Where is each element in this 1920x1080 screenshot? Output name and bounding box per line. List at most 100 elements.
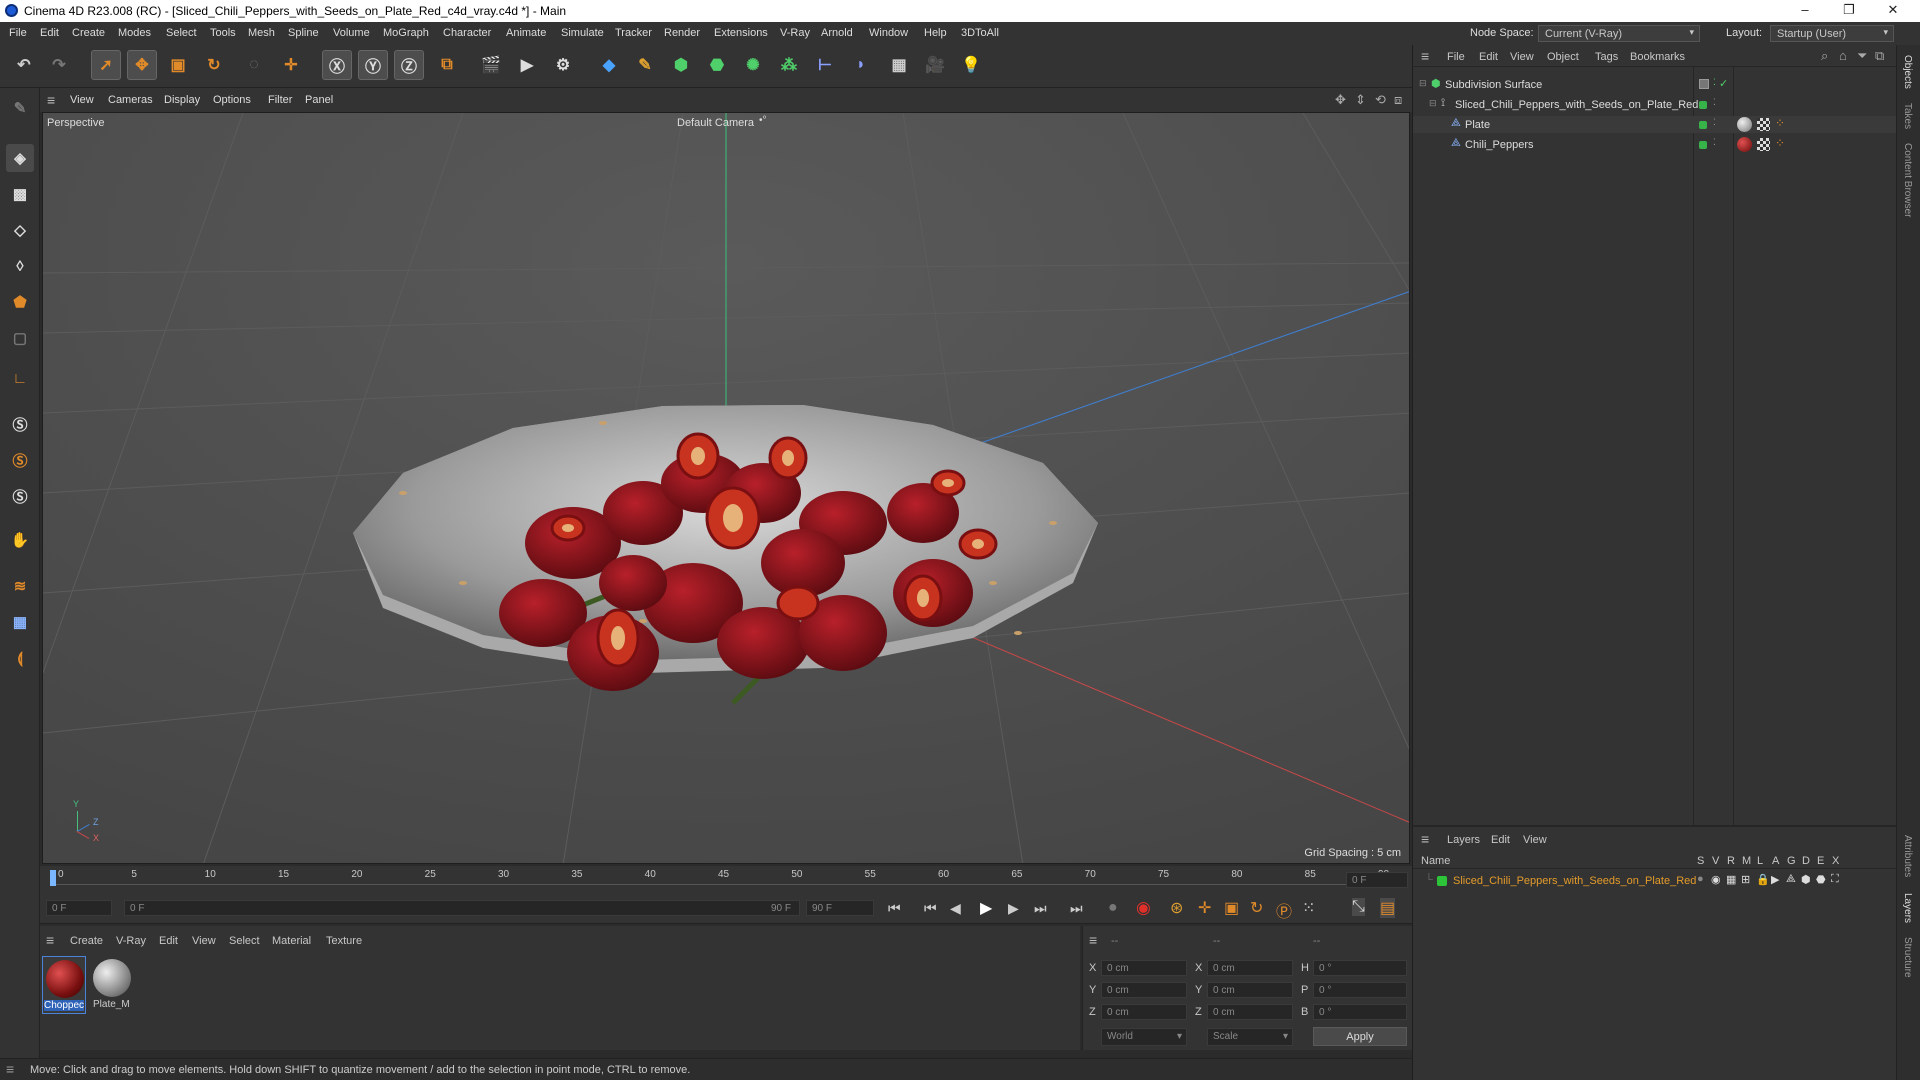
axis-mode-icon[interactable]: ∟ <box>6 364 34 392</box>
vray-tag-icon[interactable]: ⁘ <box>1775 116 1785 130</box>
next-key-icon[interactable]: ⏭ <box>1034 900 1047 917</box>
key-param-icon[interactable]: Ⓟ <box>1276 898 1292 922</box>
timeline-ruler[interactable]: 051015202530354045505560657075808590 0 F <box>40 866 1412 894</box>
visibility-dots-icon[interactable]: ⁚ <box>1713 117 1716 128</box>
prev-frame-icon[interactable]: ◀ <box>950 900 961 917</box>
uv-mode-icon[interactable]: ▢ <box>6 324 34 352</box>
vray-tag-icon[interactable]: ⁘ <box>1775 136 1785 150</box>
position-x-field[interactable]: 0 cm <box>1101 960 1187 976</box>
tab-attributes[interactable]: Attributes <box>1902 835 1913 877</box>
grid-icon[interactable]: ▦ <box>6 608 34 636</box>
floor-icon[interactable]: ▦ <box>884 50 914 80</box>
material-menu-vray[interactable]: V-Ray <box>116 935 146 947</box>
viewport-menu-panel[interactable]: Panel <box>305 94 333 106</box>
coord-space-dropdown[interactable]: World ▾ <box>1101 1028 1187 1046</box>
material-menu-create[interactable]: Create <box>70 935 103 947</box>
key-position-icon[interactable]: ✛ <box>1198 898 1211 918</box>
menu-render[interactable]: Render <box>664 27 700 39</box>
menu-tracker[interactable]: Tracker <box>615 27 652 39</box>
apply-button[interactable]: Apply <box>1313 1027 1407 1046</box>
points-mode-icon[interactable]: ◇ <box>6 216 34 244</box>
objects-menu-file[interactable]: File <box>1447 51 1465 63</box>
pen-icon[interactable]: ✎ <box>630 50 660 80</box>
end-frame-field[interactable]: 90 F <box>806 900 874 916</box>
light-icon[interactable]: 💡 <box>956 50 986 80</box>
visibility-dots-icon[interactable]: ⁚ <box>1713 77 1716 88</box>
collapse-icon[interactable]: ⊟ <box>1419 78 1427 89</box>
layers-menu-view[interactable]: View <box>1523 834 1547 846</box>
move-tool-icon[interactable]: ✥ <box>127 50 157 80</box>
prev-key-icon[interactable]: ⏮ <box>924 900 937 917</box>
object-row[interactable]: ⊟ ⬢ Subdivision Surface ⁚ ✓ <box>1413 76 1897 93</box>
render-region-icon[interactable]: 🎬 <box>476 50 506 80</box>
layer-color-icon[interactable] <box>1699 101 1707 109</box>
x-axis-icon[interactable]: Ⓧ <box>322 50 352 80</box>
autokey-icon[interactable]: ◉ <box>1136 898 1151 918</box>
maximize-view-icon[interactable]: ⧈ <box>1394 92 1402 108</box>
layers-menu-edit[interactable]: Edit <box>1491 834 1510 846</box>
edges-mode-icon[interactable]: ◊ <box>6 252 34 280</box>
layer-color-icon[interactable] <box>1699 121 1707 129</box>
layer-xrefs-icon[interactable]: ⛶ <box>1831 873 1839 886</box>
coord-mode-dropdown[interactable]: Scale ▾ <box>1207 1028 1293 1046</box>
position-y-field[interactable]: 0 cm <box>1101 982 1187 998</box>
make-editable-icon[interactable]: ✎ <box>6 94 34 122</box>
visibility-dots-icon[interactable]: ⁚ <box>1713 137 1716 148</box>
rotation-b-field[interactable]: 0 ° <box>1313 1004 1407 1020</box>
menu-volume[interactable]: Volume <box>333 27 370 39</box>
minimize-button[interactable]: – <box>1790 2 1820 17</box>
material-tag-icon[interactable] <box>1737 137 1752 152</box>
object-row[interactable]: ⟁ Chili_Peppers ⁚ ⁘ <box>1413 136 1897 153</box>
cloner-icon[interactable]: ✺ <box>738 50 768 80</box>
layer-row[interactable]: └ Sliced_Chili_Peppers_with_Seeds_on_Pla… <box>1413 872 1897 889</box>
layer-solo-icon[interactable]: ● <box>1697 873 1704 885</box>
material-chopped[interactable]: Choppec <box>42 956 86 1014</box>
objects-menu-bookmarks[interactable]: Bookmarks <box>1630 51 1685 63</box>
field-icon[interactable]: ◗ <box>846 50 876 80</box>
keyframe-selection-icon[interactable]: ⊛ <box>1170 898 1183 918</box>
size-y-field[interactable]: 0 cm <box>1207 982 1293 998</box>
undo-icon[interactable]: ↶ <box>9 50 39 80</box>
timeline-window-icon[interactable]: ▤ <box>1380 898 1396 918</box>
camera-icon[interactable]: 🎥 <box>920 50 950 80</box>
transform-icon[interactable]: ✛ <box>276 50 306 80</box>
tab-content-browser[interactable]: Content Browser <box>1902 143 1913 217</box>
live-select-icon[interactable]: ◌ <box>239 50 269 80</box>
rotation-h-field[interactable]: 0 ° <box>1313 960 1407 976</box>
menu-3dtoall[interactable]: 3DToAll <box>961 27 999 39</box>
y-axis-icon[interactable]: Ⓨ <box>358 50 388 80</box>
hamburger-icon[interactable]: ≡ <box>46 932 54 948</box>
next-frame-icon[interactable]: ▶ <box>1008 900 1019 917</box>
layout-dropdown[interactable]: Startup (User) ▾ <box>1770 25 1894 42</box>
layer-lock-icon[interactable]: 🔒 <box>1756 873 1770 886</box>
menu-mesh[interactable]: Mesh <box>248 27 275 39</box>
start-frame-field[interactable]: 0 F <box>46 900 112 916</box>
subdivision-icon[interactable]: ⬢ <box>666 50 696 80</box>
layers-menu-layers[interactable]: Layers <box>1447 834 1480 846</box>
frame-range-slider[interactable]: 0 F 90 F <box>124 900 800 916</box>
new-window-icon[interactable]: ⧉ <box>1875 48 1884 64</box>
polygons-mode-icon[interactable]: ⬟ <box>6 288 34 316</box>
size-z-field[interactable]: 0 cm <box>1207 1004 1293 1020</box>
material-menu-edit[interactable]: Edit <box>159 935 178 947</box>
menu-animate[interactable]: Animate <box>506 27 546 39</box>
tweak-icon[interactable]: ✋ <box>6 526 34 554</box>
mograph-icon[interactable]: ⁂ <box>774 50 804 80</box>
render-settings-icon[interactable]: ⚙ <box>548 50 578 80</box>
material-tag-icon[interactable] <box>1737 117 1752 132</box>
objects-menu-object[interactable]: Object <box>1547 51 1579 63</box>
hamburger-icon[interactable]: ≡ <box>1421 831 1429 847</box>
layer-animation-icon[interactable]: ▶ <box>1771 873 1779 886</box>
menu-extensions[interactable]: Extensions <box>714 27 768 39</box>
workplane-icon[interactable]: ≋ <box>6 572 34 600</box>
position-z-field[interactable]: 0 cm <box>1101 1004 1187 1020</box>
rotate-tool-icon[interactable]: ↻ <box>199 50 229 80</box>
node-space-dropdown[interactable]: Current (V-Ray) ▾ <box>1538 25 1700 42</box>
extrude-icon[interactable]: ⬣ <box>702 50 732 80</box>
checkmark-icon[interactable]: ✓ <box>1719 77 1728 90</box>
visibility-dots-icon[interactable]: ⁚ <box>1713 97 1716 108</box>
search-icon[interactable]: ⌕ <box>1821 48 1828 64</box>
locked-workplane-icon[interactable]: ⟬ <box>6 644 34 672</box>
key-pla-icon[interactable]: ⁙ <box>1302 898 1315 918</box>
hamburger-icon[interactable]: ≡ <box>6 1061 14 1077</box>
